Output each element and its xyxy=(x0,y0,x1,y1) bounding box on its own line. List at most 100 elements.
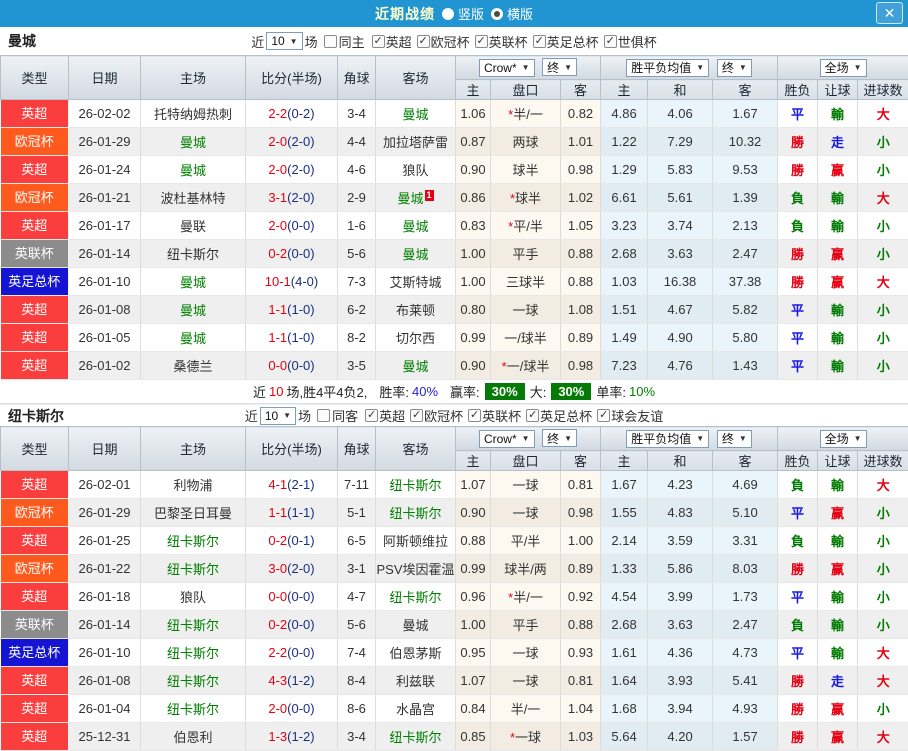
col-type: 类型 xyxy=(1,427,69,471)
final-avg-select[interactable]: 终▼ xyxy=(717,430,752,448)
avg-odds-win: 1.03 xyxy=(601,268,648,296)
league-checkbox[interactable]: ✓ xyxy=(604,35,617,48)
matches-table: 类型 日期 主场 比分(半场) 角球 客场 Crow*▼ 终▼ 胜平负均值▼ 终… xyxy=(0,55,908,380)
avg-odds-lose: 5.10 xyxy=(713,499,778,527)
handicap-line: 三球半 xyxy=(491,268,561,296)
match-row: 英超 26-02-02 托特纳姆热刺 2-2(0-2) 3-4 曼城 1.06 … xyxy=(1,100,908,128)
league-checkbox[interactable]: ✓ xyxy=(417,35,430,48)
home-team: 伯恩利 xyxy=(141,723,246,751)
match-score: 2-2(0-0) xyxy=(246,639,338,667)
league-checkbox-label: 英联杯 xyxy=(482,406,521,425)
winrate-value: 40% xyxy=(412,384,438,399)
close-button[interactable]: ✕ xyxy=(876,2,903,24)
chevron-down-icon: ▼ xyxy=(564,434,572,443)
subcol-avg-away: 客 xyxy=(713,451,778,471)
match-score: 10-1(4-0) xyxy=(246,268,338,296)
league-checkbox[interactable]: ✓ xyxy=(597,409,610,422)
match-score: 1-1(1-0) xyxy=(246,296,338,324)
avg-odds-draw: 5.83 xyxy=(648,156,713,184)
section-header: 曼城 近 10 ▼ 场 同主 ✓英超✓欧冠杯✓英联杯✓英足总杯✓世俱杯 xyxy=(0,27,908,55)
handicap-line: 一球 xyxy=(491,471,561,499)
chevron-down-icon: ▼ xyxy=(522,63,530,72)
corner-count: 7-4 xyxy=(338,639,376,667)
odds-source-select[interactable]: Crow*▼ xyxy=(479,59,535,77)
away-team: 曼城 xyxy=(376,212,456,240)
league-checkbox-label: 球会友谊 xyxy=(611,406,663,425)
league-checkbox[interactable]: ✓ xyxy=(468,409,481,422)
radio-horizontal-layout[interactable]: 横版 xyxy=(491,4,533,23)
final-odds-select[interactable]: 终▼ xyxy=(542,429,577,447)
avg-odds-draw: 4.67 xyxy=(648,296,713,324)
away-team: 纽卡斯尔 xyxy=(376,471,456,499)
match-date: 26-01-17 xyxy=(69,212,141,240)
match-row: 英超 26-01-25 纽卡斯尔 0-2(0-1) 6-5 阿斯顿维拉 0.88… xyxy=(1,527,908,555)
handicap-line: 平手 xyxy=(491,240,561,268)
games-unit-label: 场 xyxy=(298,406,311,425)
result-wdl: 負 xyxy=(778,184,818,212)
result-goals: 小 xyxy=(858,240,908,268)
result-wdl: 平 xyxy=(778,499,818,527)
match-row: 欧冠杯 26-01-21 波杜基林特 3-1(2-0) 2-9 曼城1 0.86… xyxy=(1,184,908,212)
avg-odds-select[interactable]: 胜平负均值▼ xyxy=(626,430,709,448)
match-score: 4-3(1-2) xyxy=(246,667,338,695)
subcol-goals: 进球数 xyxy=(858,451,908,471)
match-row: 英足总杯 26-01-10 曼城 10-1(4-0) 7-3 艾斯特城 1.00… xyxy=(1,268,908,296)
result-goals: 小 xyxy=(858,695,908,723)
result-wdl: 勝 xyxy=(778,667,818,695)
match-date: 26-01-10 xyxy=(69,639,141,667)
away-team: 伯恩茅斯 xyxy=(376,639,456,667)
radio-vertical-layout[interactable]: 竖版 xyxy=(442,4,484,23)
avg-odds-lose: 8.03 xyxy=(713,555,778,583)
same-venue-checkbox[interactable] xyxy=(324,35,337,48)
avg-odds-select[interactable]: 胜平负均值▼ xyxy=(626,59,709,77)
league-checkbox[interactable]: ✓ xyxy=(526,409,539,422)
avg-odds-lose: 2.47 xyxy=(713,240,778,268)
match-row: 英超 26-01-24 曼城 2-0(2-0) 4-6 狼队 0.90 球半 0… xyxy=(1,156,908,184)
league-checkbox[interactable]: ✓ xyxy=(475,35,488,48)
away-team: 纽卡斯尔 xyxy=(376,583,456,611)
handicap-line: 球半/两 xyxy=(491,555,561,583)
home-team: 曼城 xyxy=(141,156,246,184)
league-checkbox[interactable]: ✓ xyxy=(533,35,546,48)
match-score: 0-2(0-0) xyxy=(246,611,338,639)
avg-odds-win: 2.14 xyxy=(601,527,648,555)
summary-pre: 近 xyxy=(253,382,266,401)
avg-odds-win: 4.54 xyxy=(601,583,648,611)
avg-odds-win: 2.68 xyxy=(601,240,648,268)
league-badge: 英超 xyxy=(1,156,69,184)
league-checkbox[interactable]: ✓ xyxy=(372,35,385,48)
chevron-down-icon: ▼ xyxy=(564,63,572,72)
scope-select[interactable]: 全场▼ xyxy=(820,430,867,448)
away-team: 利兹联 xyxy=(376,667,456,695)
result-handicap: 赢 xyxy=(818,555,858,583)
league-checkbox[interactable]: ✓ xyxy=(410,409,423,422)
final-odds-select[interactable]: 终▼ xyxy=(542,58,577,76)
match-score: 2-2(0-2) xyxy=(246,100,338,128)
corner-count: 8-6 xyxy=(338,695,376,723)
away-team: 曼城 xyxy=(376,352,456,380)
away-team: 曼城1 xyxy=(376,184,456,212)
avg-odds-draw: 3.99 xyxy=(648,583,713,611)
corner-count: 7-3 xyxy=(338,268,376,296)
handicap-odds-away: 1.02 xyxy=(561,184,601,212)
handicap-line: *半/一 xyxy=(491,583,561,611)
scope-select[interactable]: 全场▼ xyxy=(820,59,867,77)
subcol-result: 胜负 xyxy=(778,80,818,100)
same-venue-checkbox[interactable] xyxy=(317,409,330,422)
single-rate-label: 单率: xyxy=(596,382,626,401)
match-row: 欧冠杯 26-01-29 巴黎圣日耳曼 1-1(1-1) 5-1 纽卡斯尔 0.… xyxy=(1,499,908,527)
league-checkbox[interactable]: ✓ xyxy=(365,409,378,422)
corner-count: 3-4 xyxy=(338,100,376,128)
match-score: 3-0(2-0) xyxy=(246,555,338,583)
odds-source-select[interactable]: Crow*▼ xyxy=(479,430,535,448)
col-home: 主场 xyxy=(141,56,246,100)
home-team: 曼联 xyxy=(141,212,246,240)
final-avg-select[interactable]: 终▼ xyxy=(717,59,752,77)
recent-count-select[interactable]: 10 ▼ xyxy=(260,407,296,425)
corner-count: 3-4 xyxy=(338,723,376,751)
recent-count-select[interactable]: 10 ▼ xyxy=(266,32,302,50)
avg-odds-draw: 4.06 xyxy=(648,100,713,128)
result-handicap: 輸 xyxy=(818,100,858,128)
avg-odds-lose: 37.38 xyxy=(713,268,778,296)
avg-odds-lose: 4.93 xyxy=(713,695,778,723)
